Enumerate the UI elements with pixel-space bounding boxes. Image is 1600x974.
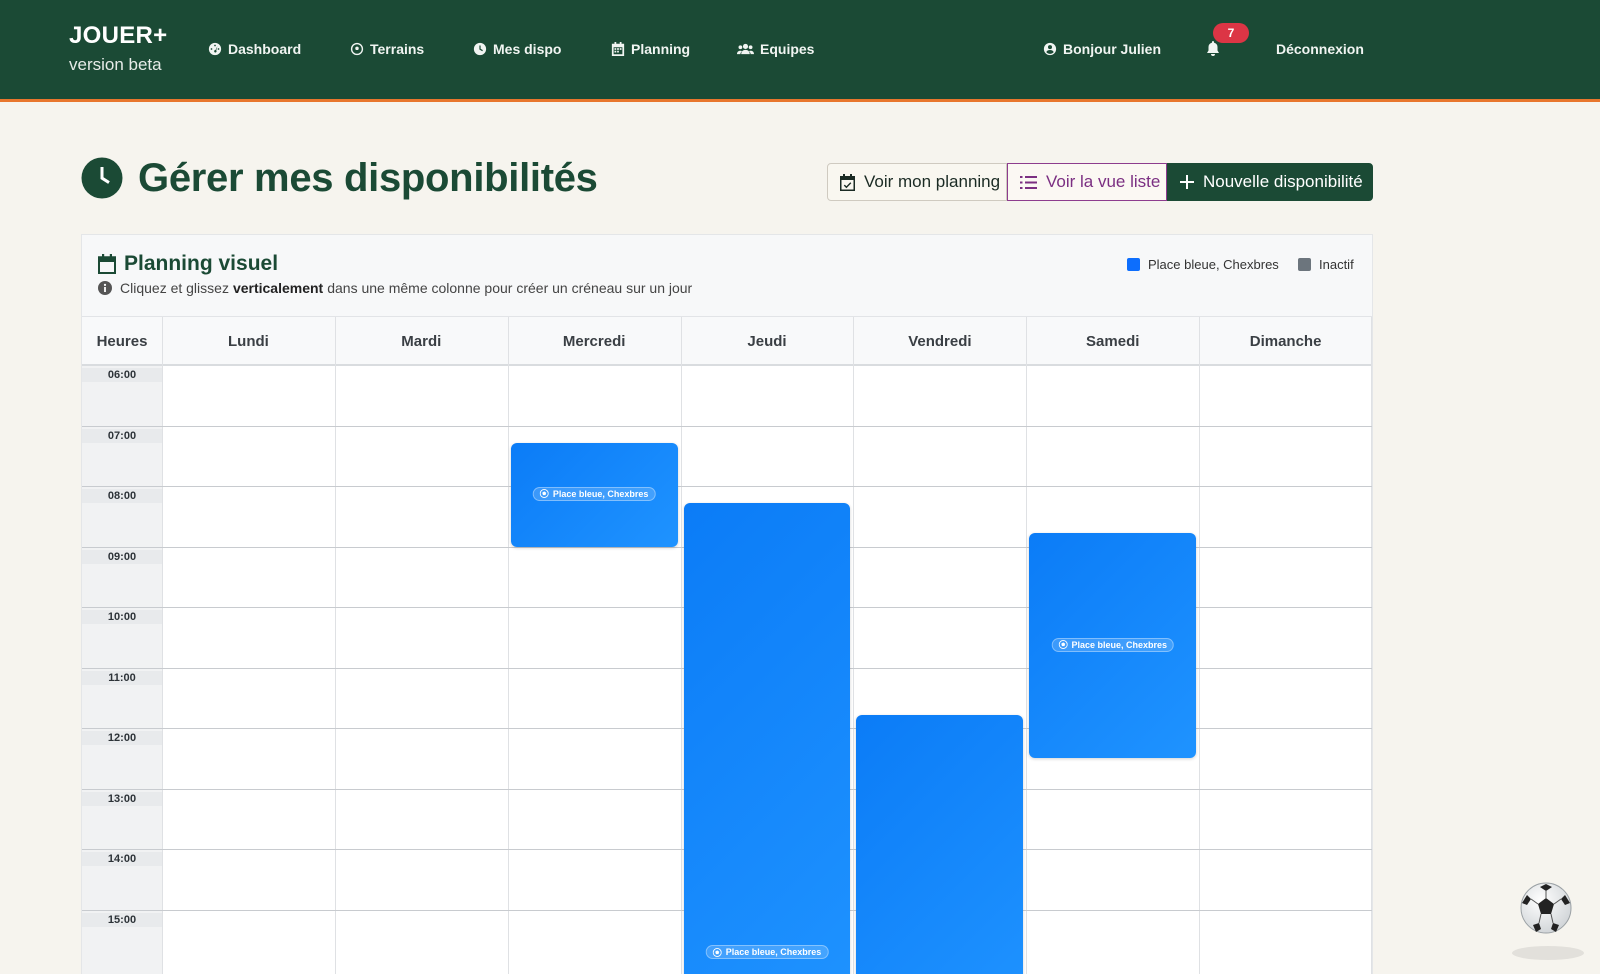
column-divider bbox=[507, 317, 509, 974]
brand-subtitle: version beta bbox=[69, 55, 162, 74]
user-circle-icon bbox=[1043, 42, 1057, 56]
card-title: Planning visuel bbox=[98, 252, 278, 276]
day-header-mercredi: Mercredi bbox=[507, 317, 681, 365]
nav-planning-label: Planning bbox=[631, 41, 691, 57]
hour-row-divider bbox=[82, 486, 1372, 487]
nav-terrains-label: Terrains bbox=[370, 41, 425, 57]
page-title: Gérer mes disponibilités bbox=[138, 156, 598, 200]
day-header-dimanche: Dimanche bbox=[1199, 317, 1373, 365]
slot-location-tag: Place bleue, Chexbres bbox=[705, 945, 829, 959]
logout-label: Déconnexion bbox=[1276, 41, 1364, 57]
hint-text-after: dans une même colonne pour créer un crén… bbox=[327, 280, 693, 296]
nav-dashboard-label: Dashboard bbox=[228, 41, 302, 57]
column-divider bbox=[1199, 317, 1201, 974]
drag-hint: Cliquez et glissez verticalement dans un… bbox=[98, 280, 692, 296]
list-icon bbox=[1020, 175, 1037, 189]
soccer-ball-icon[interactable] bbox=[1519, 881, 1573, 935]
greeting-label: Bonjour Julien bbox=[1063, 41, 1161, 57]
calendar-check-icon bbox=[840, 173, 855, 191]
calendar-icon bbox=[611, 42, 625, 56]
notification-count-badge[interactable]: 7 bbox=[1213, 23, 1249, 43]
day-header-jeudi: Jeudi bbox=[680, 317, 854, 365]
card-title-text: Planning visuel bbox=[124, 252, 279, 275]
legend-item-place-bleue: Place bleue, Chexbres bbox=[1127, 257, 1279, 272]
hint-text-bold: verticalement bbox=[232, 280, 324, 296]
hour-label: 12:00 bbox=[82, 731, 162, 745]
slot-location-tag: Place bleue, Chexbres bbox=[1051, 637, 1174, 652]
soccer-ball-icon bbox=[1058, 640, 1068, 650]
nav-equipes[interactable]: Equipes bbox=[737, 38, 814, 60]
day-header-mardi: Mardi bbox=[334, 317, 508, 365]
hour-label: 14:00 bbox=[82, 852, 162, 866]
card-header: Planning visuel Cliquez et glissez verti… bbox=[82, 235, 1372, 317]
legend-item-inactif: Inactif bbox=[1298, 257, 1354, 272]
column-divider bbox=[1371, 317, 1373, 974]
bell-icon bbox=[1207, 41, 1219, 56]
calendar-icon bbox=[98, 254, 116, 274]
brand-title[interactable]: JOUER+ bbox=[69, 22, 168, 50]
day-header-lundi: Lundi bbox=[162, 317, 335, 365]
info-circle-icon bbox=[98, 281, 112, 295]
column-divider bbox=[162, 317, 163, 974]
nav-mes-dispo[interactable]: Mes dispo bbox=[473, 38, 561, 60]
hour-label: 06:00 bbox=[82, 368, 162, 382]
nav-equipes-label: Equipes bbox=[760, 41, 815, 57]
slot-location-label: Place bleue, Chexbres bbox=[1071, 639, 1167, 650]
availability-slot-mercredi[interactable]: Place bleue, Chexbres bbox=[510, 442, 678, 547]
brand[interactable]: JOUER+ version beta bbox=[69, 22, 168, 77]
ball-shadow bbox=[1512, 946, 1584, 960]
column-divider bbox=[680, 317, 682, 974]
column-divider bbox=[334, 317, 336, 974]
new-availability-button[interactable]: Nouvelle disponibilité bbox=[1167, 163, 1373, 201]
view-list-button[interactable]: Voir la vue liste bbox=[1007, 163, 1167, 201]
header-divider bbox=[82, 364, 1372, 366]
hour-label: 13:00 bbox=[82, 791, 162, 806]
hint-text-before: Cliquez et glissez bbox=[120, 280, 229, 296]
view-list-label: Voir la vue liste bbox=[1046, 172, 1161, 191]
slot-location-tag: Place bleue, Chexbres bbox=[532, 486, 656, 501]
legend-swatch bbox=[1127, 258, 1140, 271]
tachometer-icon bbox=[208, 42, 222, 56]
day-header-samedi: Samedi bbox=[1026, 317, 1200, 365]
slot-location-label: Place bleue, Chexbres bbox=[725, 947, 822, 957]
clock-icon bbox=[473, 42, 487, 56]
view-planning-button[interactable]: Voir mon planning bbox=[827, 163, 1007, 201]
user-greeting[interactable]: Bonjour Julien bbox=[1043, 38, 1161, 60]
soccer-ball-icon bbox=[350, 42, 364, 56]
soccer-ball-icon bbox=[539, 489, 549, 499]
legend-label: Inactif bbox=[1319, 257, 1354, 272]
availability-slot-jeudi[interactable]: Place bleue, Chexbres bbox=[683, 503, 851, 974]
hour-label: 09:00 bbox=[82, 549, 162, 564]
nav-mes-dispo-label: Mes dispo bbox=[493, 41, 562, 57]
plus-icon bbox=[1180, 175, 1194, 189]
new-availability-label: Nouvelle disponibilité bbox=[1203, 172, 1363, 191]
legend-label: Place bleue, Chexbres bbox=[1148, 257, 1279, 272]
soccer-ball-icon bbox=[712, 947, 722, 957]
users-icon bbox=[737, 43, 754, 55]
top-navbar: JOUER+ version beta Dashboard Terrains M… bbox=[0, 0, 1600, 102]
nav-terrains[interactable]: Terrains bbox=[350, 38, 424, 60]
view-planning-label: Voir mon planning bbox=[864, 172, 1001, 191]
nav-dashboard[interactable]: Dashboard bbox=[208, 38, 301, 60]
visual-planning-card: Planning visuel Cliquez et glissez verti… bbox=[81, 234, 1373, 974]
hour-row-divider bbox=[82, 425, 1372, 427]
hour-label: 10:00 bbox=[82, 610, 162, 624]
nav-planning[interactable]: Planning bbox=[611, 38, 690, 60]
hour-label: 11:00 bbox=[82, 670, 162, 685]
availability-slot-vendredi[interactable] bbox=[856, 714, 1024, 974]
column-divider bbox=[853, 317, 855, 974]
hours-column-header: Heures bbox=[82, 317, 162, 365]
logout-link[interactable]: Déconnexion bbox=[1276, 38, 1364, 60]
week-calendar-grid[interactable]: Heures Lundi Mardi Mercredi Jeudi Vendredi Sa… bbox=[82, 317, 1373, 974]
day-header-vendredi: Vendredi bbox=[853, 317, 1027, 365]
hour-label: 07:00 bbox=[82, 428, 162, 443]
column-divider bbox=[1026, 317, 1028, 974]
slot-location-label: Place bleue, Chexbres bbox=[552, 488, 649, 499]
availability-slot-samedi[interactable]: Place bleue, Chexbres bbox=[1029, 533, 1197, 759]
clock-icon bbox=[81, 157, 123, 199]
legend-swatch bbox=[1298, 258, 1311, 271]
hour-label: 15:00 bbox=[82, 912, 162, 927]
hour-label: 08:00 bbox=[82, 489, 162, 503]
